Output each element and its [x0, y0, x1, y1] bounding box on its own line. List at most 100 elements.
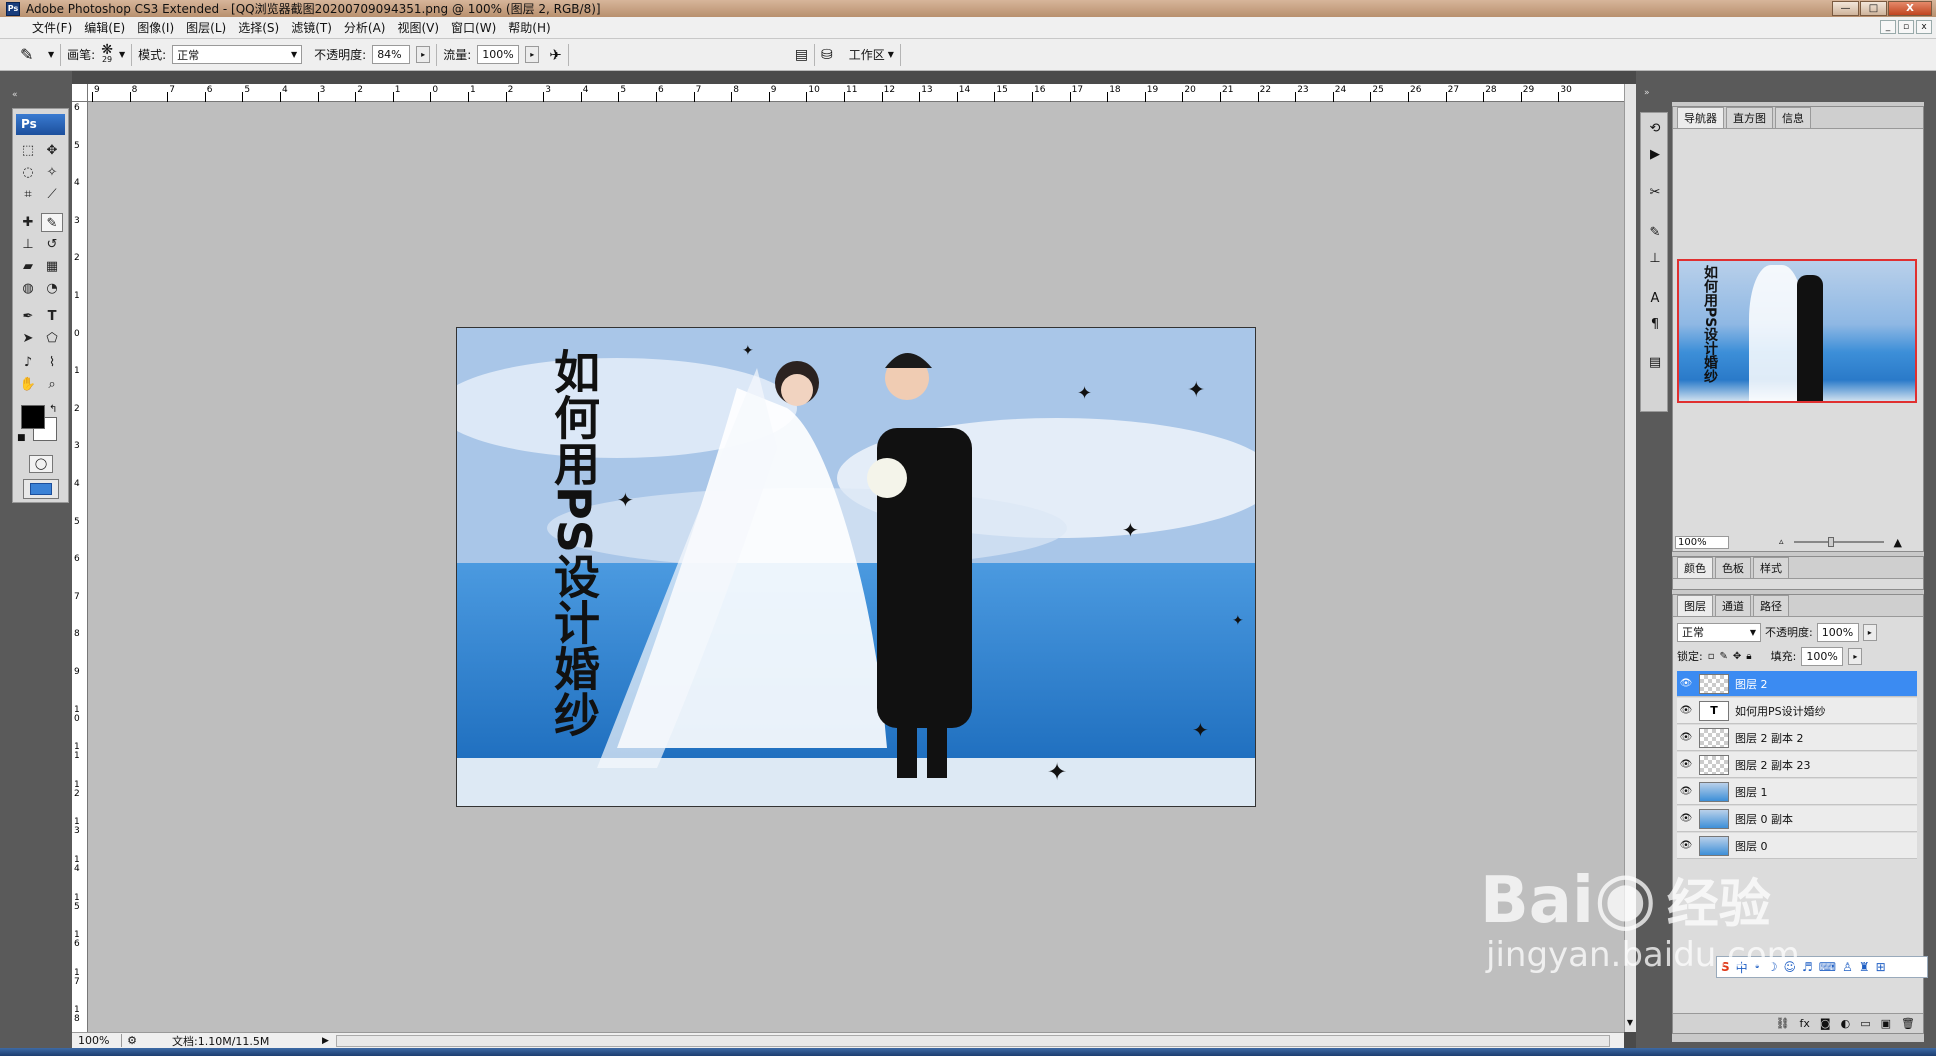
flow-input[interactable]: 100%: [477, 45, 520, 64]
visibility-eye-icon[interactable]: 👁︎: [1677, 732, 1695, 743]
menu-layer[interactable]: 图层(L): [180, 19, 232, 36]
status-info-icon[interactable]: ⚙: [122, 1034, 142, 1047]
flow-slider-button[interactable]: ▸: [525, 46, 540, 63]
shape-tool-icon[interactable]: ⬠: [41, 329, 63, 348]
zoom-out-icon[interactable]: ▵: [1779, 537, 1784, 547]
layer-row[interactable]: 👁︎ 图层 0 副本: [1677, 806, 1917, 832]
expand-dock-icon[interactable]: »: [1644, 88, 1650, 98]
menu-image[interactable]: 图像(I): [131, 19, 180, 36]
menu-window[interactable]: 窗口(W): [445, 19, 502, 36]
zoom-in-icon[interactable]: ▲: [1894, 536, 1902, 549]
close-button[interactable]: X: [1888, 1, 1932, 16]
brush-tool-preset-icon[interactable]: ✎: [20, 45, 42, 64]
fill-slider-button[interactable]: ▸: [1848, 647, 1863, 665]
layer-opacity-input[interactable]: 100%: [1816, 622, 1859, 642]
layer-row[interactable]: 👁︎ 图层 1: [1677, 779, 1917, 805]
menu-select[interactable]: 选择(S): [232, 19, 285, 36]
visibility-eye-icon[interactable]: 👁︎: [1677, 786, 1695, 797]
opacity-slider-button[interactable]: ▸: [416, 46, 431, 63]
tab-color[interactable]: 颜色: [1677, 557, 1713, 578]
blend-mode-select[interactable]: 正常 ▼: [1677, 622, 1761, 642]
collapse-toolbox-icon[interactable]: «: [12, 90, 24, 100]
workspace-menu[interactable]: 工作区 ▼: [849, 46, 894, 63]
doc-restore-button[interactable]: ▫: [1898, 20, 1914, 34]
visibility-eye-icon[interactable]: 👁︎: [1677, 813, 1695, 824]
mode-select[interactable]: 正常 ▼: [172, 45, 303, 64]
fill-input[interactable]: 100%: [1801, 646, 1844, 666]
ruler-origin[interactable]: [72, 84, 88, 102]
foreground-color-swatch-top[interactable]: [21, 405, 45, 429]
character-panel-icon[interactable]: A: [1645, 289, 1665, 309]
history-brush-tool-icon[interactable]: ↺: [41, 235, 63, 254]
doc-minimize-button[interactable]: _: [1880, 20, 1896, 34]
tab-styles[interactable]: 样式: [1753, 557, 1789, 578]
magic-wand-tool-icon[interactable]: ✧: [41, 163, 63, 182]
actions-panel-icon[interactable]: ▶: [1645, 145, 1665, 165]
layer-row[interactable]: 👁︎ 图层 2: [1677, 671, 1917, 697]
layer-opacity-slider-button[interactable]: ▸: [1862, 623, 1877, 641]
notes-tool-icon[interactable]: ♪: [17, 353, 39, 372]
slice-tool-icon[interactable]: ⟋: [41, 185, 63, 204]
tab-histogram[interactable]: 直方图: [1726, 107, 1773, 128]
layer-row[interactable]: 👁︎ 图层 2 副本 2: [1677, 725, 1917, 751]
zoom-tool-icon[interactable]: ⌕: [41, 375, 63, 394]
move-tool-icon[interactable]: ✥: [41, 141, 63, 160]
vertical-title-text[interactable]: 如何用PS设计婚纱: [537, 348, 601, 737]
status-menu-arrow-icon[interactable]: ▶: [322, 1036, 336, 1046]
chevron-down-icon[interactable]: ▼: [48, 50, 54, 59]
visibility-eye-icon[interactable]: 👁︎: [1677, 705, 1695, 716]
history-panel-icon[interactable]: ⟲: [1645, 119, 1665, 139]
lasso-tool-icon[interactable]: ◌: [17, 163, 39, 182]
clone-source-icon[interactable]: ⊥: [1645, 249, 1665, 269]
tab-channels[interactable]: 通道: [1715, 595, 1751, 616]
path-selection-tool-icon[interactable]: ➤: [17, 329, 39, 348]
lock-transparent-icon[interactable]: ▫: [1708, 651, 1715, 662]
paragraph-panel-icon[interactable]: ¶: [1645, 315, 1665, 335]
healing-brush-tool-icon[interactable]: ✚: [17, 213, 39, 232]
navigator-thumbnail[interactable]: 如何用PS设计婚纱: [1677, 259, 1917, 403]
lock-all-icon[interactable]: 🔒︎: [1746, 651, 1751, 662]
tab-layers[interactable]: 图层: [1677, 595, 1713, 616]
gradient-tool-icon[interactable]: ▦: [41, 257, 63, 276]
layer-comps-icon[interactable]: ▤: [1645, 353, 1665, 373]
hand-tool-icon[interactable]: ✋: [17, 375, 39, 394]
clone-stamp-tool-icon[interactable]: ⊥: [17, 235, 39, 254]
crop-tool-icon[interactable]: ⌗: [17, 185, 39, 204]
document-image[interactable]: 如何用PS设计婚纱 ✦ ✦ ✦ ✦ ✦ ✦ ✦ ✦: [456, 327, 1256, 807]
pen-tool-icon[interactable]: ✒: [17, 307, 39, 326]
brush-tool-icon[interactable]: ✎: [41, 213, 63, 232]
brush-picker[interactable]: ❋ 29: [101, 43, 113, 64]
quick-mask-icon[interactable]: ◯: [29, 455, 53, 473]
bridge-icon[interactable]: ⛁: [821, 47, 833, 63]
screen-mode-icon[interactable]: [23, 479, 59, 499]
zoom-slider-handle[interactable]: [1827, 537, 1834, 547]
canvas-horizontal-scrollbar[interactable]: [336, 1034, 1610, 1047]
marquee-tool-icon[interactable]: ⬚: [17, 141, 39, 160]
opacity-input[interactable]: 84%: [372, 45, 411, 64]
menu-analysis[interactable]: 分析(A): [338, 19, 392, 36]
default-colors-icon[interactable]: ■: [17, 433, 26, 443]
type-tool-icon[interactable]: T: [41, 307, 63, 326]
dodge-tool-icon[interactable]: ◔: [41, 279, 63, 298]
tab-swatches[interactable]: 色板: [1715, 557, 1751, 578]
blur-tool-icon[interactable]: ◍: [17, 279, 39, 298]
doc-close-button[interactable]: x: [1916, 20, 1932, 34]
navigator-zoom-slider[interactable]: [1793, 537, 1884, 547]
layer-row[interactable]: 👁︎ T 如何用PS设计婚纱: [1677, 698, 1917, 724]
visibility-eye-icon[interactable]: 👁︎: [1677, 678, 1695, 689]
tab-navigator[interactable]: 导航器: [1677, 107, 1724, 128]
tab-paths[interactable]: 路径: [1753, 595, 1789, 616]
minimize-button[interactable]: —: [1832, 1, 1859, 16]
brushes-palette-icon[interactable]: ▤: [795, 47, 808, 63]
menu-help[interactable]: 帮助(H): [502, 19, 556, 36]
visibility-eye-icon[interactable]: 👁︎: [1677, 840, 1695, 851]
menu-file[interactable]: 文件(F): [26, 19, 78, 36]
layer-row[interactable]: 👁︎ 图层 2 副本 23: [1677, 752, 1917, 778]
visibility-eye-icon[interactable]: 👁︎: [1677, 759, 1695, 770]
menu-view[interactable]: 视图(V): [391, 19, 445, 36]
maximize-button[interactable]: □: [1860, 1, 1887, 16]
tools-presets-icon[interactable]: ✂: [1645, 183, 1665, 203]
menu-edit[interactable]: 编辑(E): [78, 19, 131, 36]
eraser-tool-icon[interactable]: ▰: [17, 257, 39, 276]
zoom-level[interactable]: 100%: [72, 1034, 122, 1047]
